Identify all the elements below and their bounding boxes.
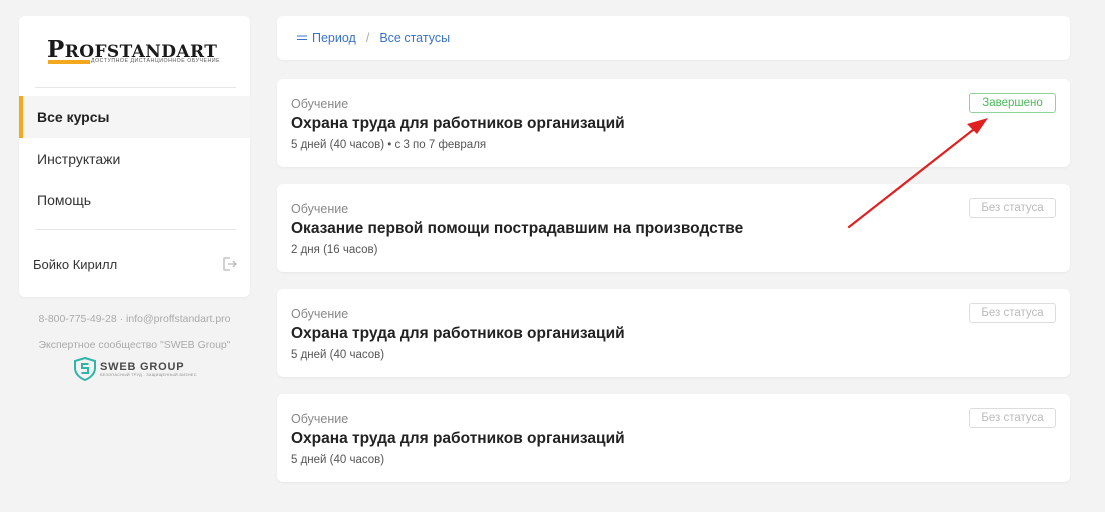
course-title: Охрана труда для работников организаций bbox=[291, 430, 625, 447]
course-card[interactable]: Обучение Оказание первой помощи пострада… bbox=[277, 184, 1070, 272]
community-line: Экспертное сообщество "SWEB Group" bbox=[38, 339, 231, 351]
sidebar-item-label: Инструктажи bbox=[37, 151, 121, 167]
course-title: Охрана труда для работников организаций bbox=[291, 325, 625, 342]
sidebar: PROFSTANDART Доступное дистанционное обу… bbox=[19, 16, 250, 297]
course-meta: 2 дня (16 часов) bbox=[291, 244, 378, 256]
user-name: Бойко Кирилл bbox=[33, 256, 118, 272]
status-badge: Без статуса bbox=[969, 408, 1056, 428]
status-badge: Завершено bbox=[969, 93, 1056, 113]
sweb-tagline: безопасный труд - защищенный бизнес bbox=[100, 373, 197, 377]
sidebar-item-help[interactable]: Помощь bbox=[19, 179, 250, 221]
course-meta: 5 дней (40 часов) bbox=[291, 349, 385, 361]
sidebar-item-all-courses[interactable]: Все курсы bbox=[19, 96, 250, 138]
course-card[interactable]: Обучение Охрана труда для работников орг… bbox=[277, 394, 1070, 482]
sidebar-item-label: Все курсы bbox=[37, 109, 110, 125]
period-filter-label: Период bbox=[312, 31, 356, 45]
logo-initial: P bbox=[47, 36, 65, 63]
sidebar-divider-top bbox=[35, 87, 236, 88]
filter-lines-icon bbox=[297, 35, 307, 40]
course-title: Охрана труда для работников организаций bbox=[291, 115, 625, 132]
course-category: Обучение bbox=[291, 412, 349, 426]
profstandart-logo[interactable]: PROFSTANDART Доступное дистанционное обу… bbox=[47, 38, 227, 80]
course-meta: 5 дней (40 часов) • с 3 по 7 февраля bbox=[291, 139, 487, 151]
course-meta: 5 дней (40 часов) bbox=[291, 454, 385, 466]
status-badge: Без статуса bbox=[969, 198, 1056, 218]
course-category: Обучение bbox=[291, 307, 349, 321]
user-row: Бойко Кирилл bbox=[33, 254, 238, 274]
shield-icon bbox=[74, 357, 96, 381]
sidebar-item-briefings[interactable]: Инструктажи bbox=[19, 138, 250, 180]
sweb-group-logo[interactable]: SWEB GROUP безопасный труд - защищенный … bbox=[74, 357, 197, 381]
course-title: Оказание первой помощи пострадавшим на п… bbox=[291, 220, 744, 237]
sweb-name: SWEB GROUP bbox=[100, 361, 185, 373]
status-filter-label: Все статусы bbox=[379, 31, 451, 45]
sidebar-divider-bottom bbox=[35, 229, 236, 230]
course-card[interactable]: Обучение Охрана труда для работников орг… bbox=[277, 289, 1070, 377]
course-card[interactable]: Обучение Охрана труда для работников орг… bbox=[277, 79, 1070, 167]
filter-separator: / bbox=[365, 31, 370, 45]
sidebar-item-label: Помощь bbox=[37, 192, 92, 208]
course-category: Обучение bbox=[291, 202, 349, 216]
status-filter[interactable]: Все статусы bbox=[379, 31, 450, 45]
period-filter[interactable]: Период bbox=[297, 31, 356, 45]
logout-icon[interactable] bbox=[220, 255, 238, 273]
course-category: Обучение bbox=[291, 97, 349, 111]
filters-bar: Период / Все статусы bbox=[277, 16, 1070, 60]
contacts-line: 8-800-775-49-28 · info@proffstandart.pro bbox=[38, 313, 231, 325]
logo-accent-bar bbox=[48, 60, 90, 64]
status-badge: Без статуса bbox=[969, 303, 1056, 323]
logo-tagline: Доступное дистанционное обучение bbox=[91, 58, 221, 64]
